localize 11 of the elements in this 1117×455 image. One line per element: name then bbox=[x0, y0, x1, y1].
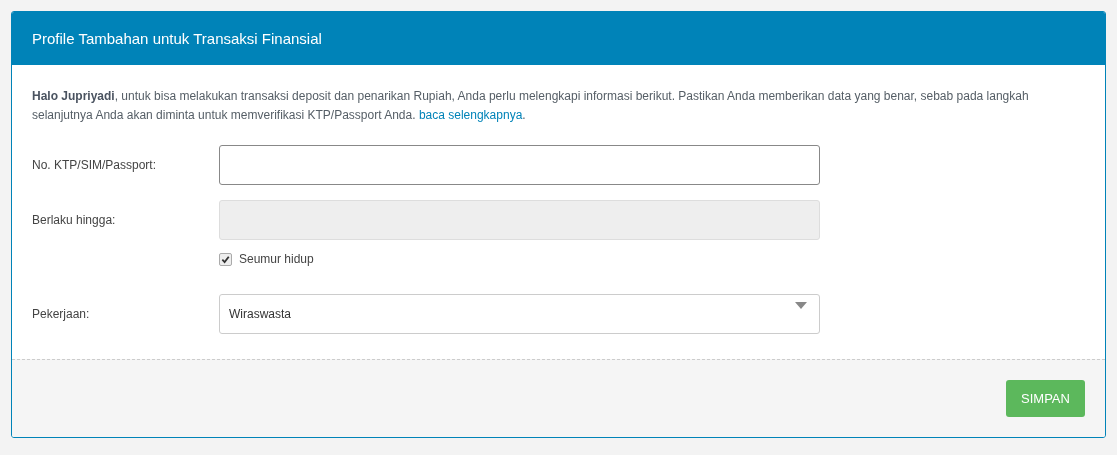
caret-icon bbox=[795, 302, 807, 309]
field-label: Pekerjaan: bbox=[32, 307, 91, 321]
panel-title: Profile Tambahan untuk Transaksi Finansial bbox=[32, 30, 322, 47]
intro-text: Halo Jupriyadi, untuk bisa melakukan transaksi deposit dan penarikan Rupiah, Anda perlu melengkapi informasi berikut. Pastikan Anda memberikan data yang benar, sebab pada langkah selanjutnya Anda akan diminta untuk memverifikasi KTP/Passport Anda. baca selengkapnya. bbox=[32, 88, 1030, 124]
save-button[interactable]: SIMPAN bbox=[1006, 380, 1085, 417]
select-field[interactable]: Wiraswasta bbox=[219, 294, 820, 334]
input-field[interactable] bbox=[219, 145, 820, 185]
checkbox[interactable] bbox=[219, 252, 232, 266]
field-label: Berlaku hingga: bbox=[32, 213, 117, 227]
checkbox-label: Seumur hidup bbox=[239, 252, 314, 266]
field-label: No. KTP/SIM/Passport: bbox=[32, 158, 158, 172]
